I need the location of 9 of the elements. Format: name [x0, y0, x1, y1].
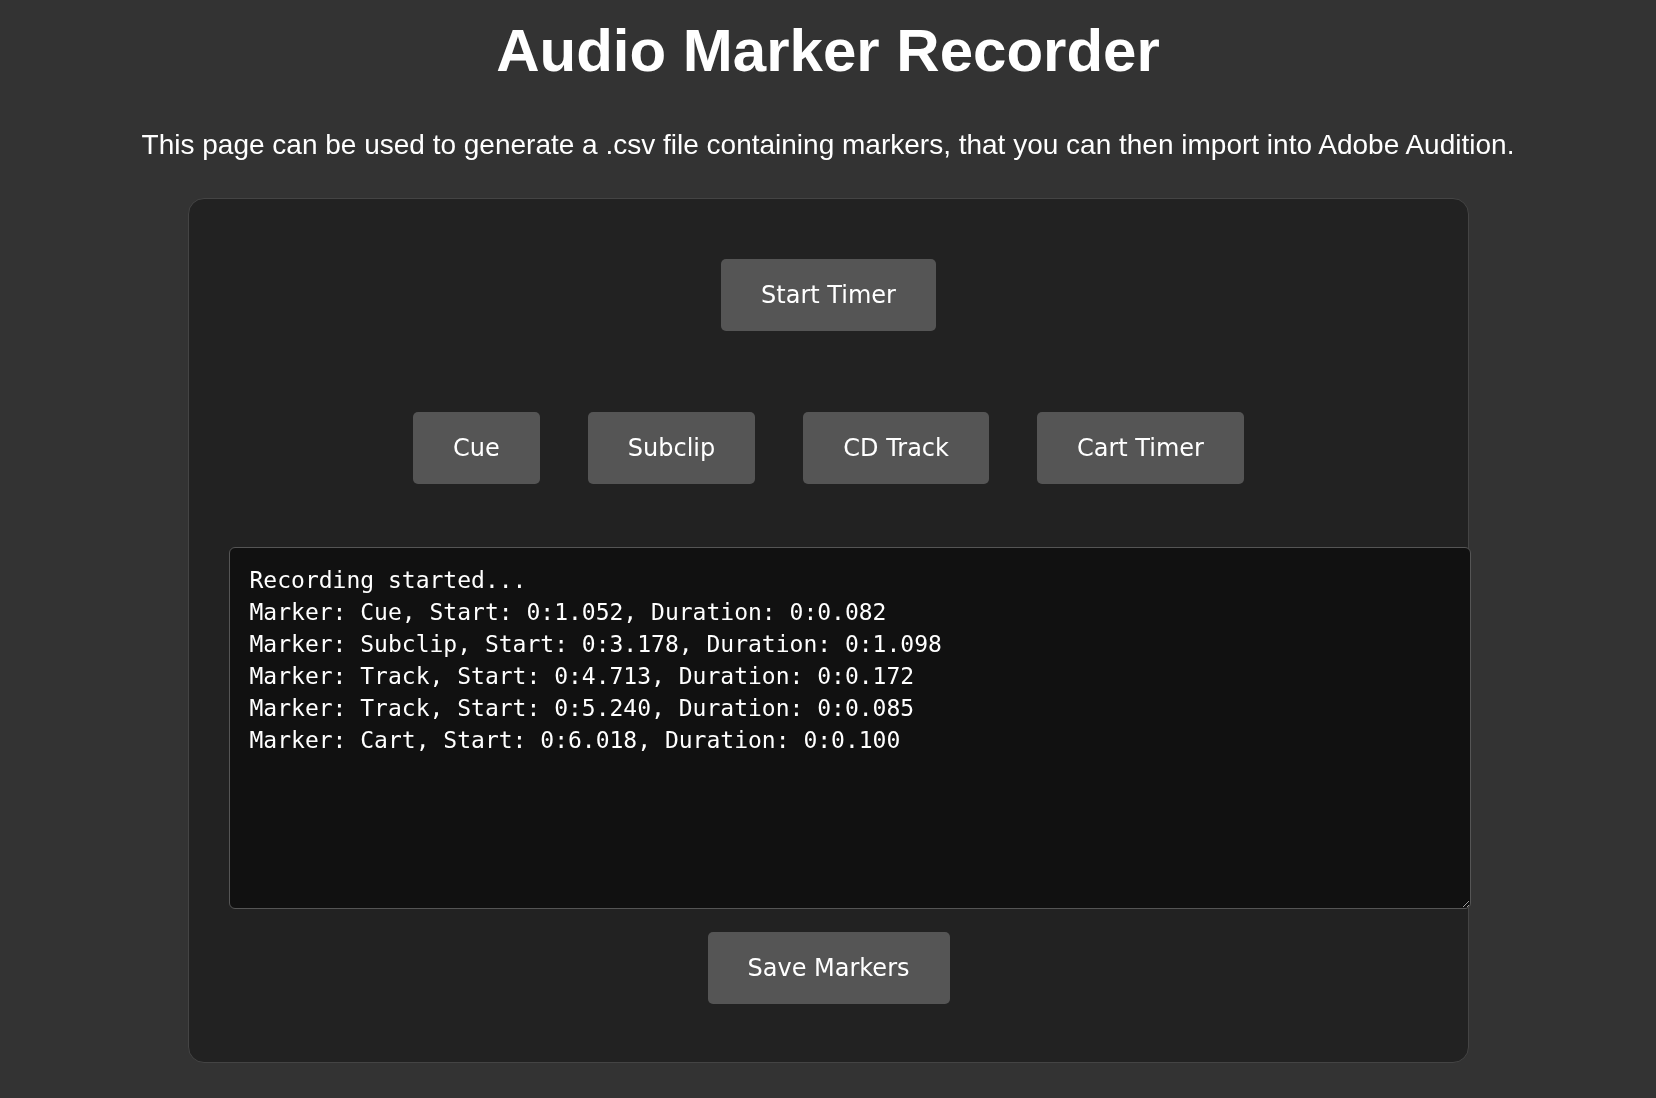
save-markers-button[interactable]: Save Markers [707, 932, 950, 1004]
marker-button[interactable]: Cart Timer [1036, 412, 1244, 484]
marker-button[interactable]: Cue [413, 412, 540, 484]
start-timer-button[interactable]: Start Timer [721, 259, 936, 331]
log-field[interactable]: Recording started... Marker: Cue, Start: 0:1.052, Duration: 0:0.082 Marker: Subclip, Start: 0:3.178, Duration: 0:1.098 Marker: Track, Start: 0:4.713, Duration: 0:0.172 Marker: Track, Start: 0:5.240, Duration: 0:0.085 Marker: Cart, Start: 0:6.018, Duration: 0:0.100 [228, 547, 1471, 909]
page-description: This page can be used to generate a .csv file containing markers, that you can then import into Adobe Audition. [141, 128, 1515, 162]
marker-button[interactable]: CD Track [803, 412, 989, 484]
page-title: Audio Marker Recorder [496, 16, 1160, 85]
marker-button[interactable]: Subclip [587, 412, 756, 484]
